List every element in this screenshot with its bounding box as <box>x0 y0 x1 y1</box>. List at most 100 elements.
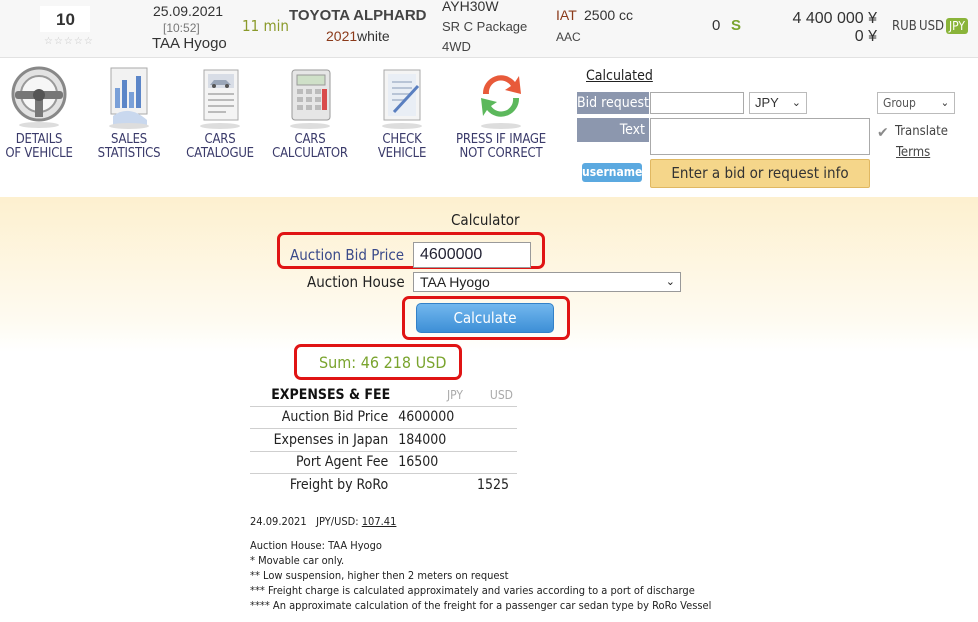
group-select[interactable]: Group ⌄ <box>877 92 955 114</box>
car-year: 2021 <box>326 28 358 44</box>
car-name: TOYOTA ALPHARD <box>289 7 427 24</box>
group-select-value: Group <box>883 96 916 110</box>
row-usd <box>466 405 517 429</box>
row-jpy: 4600000 <box>394 405 467 429</box>
auction-bid-price-input[interactable]: 4600000 <box>413 242 531 268</box>
end-price: 0 ¥ <box>854 28 877 45</box>
row-jpy <box>394 473 467 496</box>
column-jpy: JPY <box>446 387 463 402</box>
expenses-table: EXPENSES & FEE JPY USD Auction Bid Price… <box>250 384 517 496</box>
calculate-button[interactable]: Calculate <box>416 303 554 333</box>
statistics-icon <box>109 67 149 129</box>
car-chassis: AYH30W <box>442 0 499 14</box>
rating-stars: ☆☆☆☆☆ <box>44 36 94 47</box>
username-badge: username <box>582 163 642 182</box>
tool-label-line2: NOT CORRECT <box>459 146 543 161</box>
exchange-rate-line: 24.09.2021 JPY/USD: 107.41 <box>250 515 396 528</box>
column-usd: USD <box>489 387 513 402</box>
tool-label-line2: OF VEHICLE <box>5 146 73 161</box>
auction-house-select[interactable]: TAA Hyogo ⌄ <box>413 272 681 292</box>
auction-name: TAA Hyogo <box>152 35 227 52</box>
chevron-down-icon: ⌄ <box>791 97 801 109</box>
tool-check-vehicle[interactable]: CHECK VEHICLE <box>357 64 447 161</box>
row-usd <box>466 450 517 474</box>
car-grade: SR C Package <box>442 19 528 34</box>
tool-label-line1: PRESS IF IMAGE <box>456 132 546 147</box>
row-name: Port Agent Fee <box>250 450 395 474</box>
row-name: Expenses in Japan <box>250 428 395 451</box>
catalogue-icon <box>200 69 240 129</box>
calculated-link[interactable]: Calculated <box>586 68 653 84</box>
auction-house-label: Auction House <box>307 273 405 291</box>
tool-label-line2: STATISTICS <box>97 146 161 161</box>
note-line: Auction House: TAA Hyogo <box>250 539 382 552</box>
currency-rub-toggle[interactable]: RUB <box>892 19 917 34</box>
car-transmission: IAT <box>556 7 577 23</box>
tool-label-line1: CARS <box>294 132 326 147</box>
calculator-title: Calculator <box>451 211 520 229</box>
currency-usd-toggle[interactable]: USD <box>919 19 944 34</box>
terms-link[interactable]: Terms <box>896 145 930 160</box>
rate-date: 24.09.2021 <box>250 515 307 528</box>
rate-label: JPY/USD: <box>316 515 359 528</box>
steering-wheel-icon <box>11 66 67 128</box>
auction-time: [10:52] <box>163 21 200 35</box>
tool-cars-catalogue[interactable]: CARS CATALOGUE <box>175 64 265 161</box>
chevron-down-icon: ⌄ <box>940 96 949 109</box>
table-row: Expenses in Japan 184000 <box>250 428 517 451</box>
row-name: Freight by RoRo <box>250 473 395 496</box>
car-score: S <box>731 17 742 34</box>
table-row: Freight by RoRo 1525 <box>250 473 517 496</box>
note-line: *** Freight charge is calculated approxi… <box>250 584 695 597</box>
translate-label[interactable]: Translate <box>895 124 948 139</box>
tool-image-not-correct[interactable]: PRESS IF IMAGE NOT CORRECT <box>451 64 551 161</box>
car-displacement: 2500 cc <box>584 7 634 23</box>
request-text-area[interactable] <box>650 118 870 155</box>
note-line: ** Low suspension, higher then 2 meters … <box>250 569 509 582</box>
table-row: Port Agent Fee 16500 <box>250 450 517 474</box>
checklist-icon <box>382 69 422 129</box>
bid-currency-select[interactable]: JPY ⌄ <box>749 92 807 114</box>
auction-duration: 11 min <box>242 17 289 35</box>
currency-jpy-toggle[interactable]: JPY <box>946 18 969 34</box>
car-mileage: 0 <box>712 17 721 34</box>
tool-label-line1: CHECK <box>382 132 422 147</box>
sum-total: Sum: 46 218 USD <box>319 353 447 372</box>
tool-details-of-vehicle[interactable]: DETAILS OF VEHICLE <box>0 64 84 161</box>
chevron-down-icon: ⌄ <box>665 276 675 288</box>
row-usd: 1525 <box>466 473 517 496</box>
enter-bid-button[interactable]: Enter a bid or request info <box>650 159 870 188</box>
row-jpy: 184000 <box>394 428 467 451</box>
bid-currency-value: JPY <box>755 95 779 110</box>
tool-label-line2: CALCULATOR <box>272 146 348 161</box>
calculator-icon <box>290 69 331 129</box>
rate-value: 107.41 <box>361 515 397 528</box>
notes-block: Auction House: TAA Hyogo * Movable car o… <box>250 538 711 613</box>
row-usd <box>466 428 517 451</box>
car-drive: 4WD <box>442 39 471 54</box>
note-line: **** An approximate calculation of the f… <box>250 599 712 612</box>
tool-label-line1: CARS <box>204 132 236 147</box>
expenses-title: EXPENSES & FEE <box>271 386 391 403</box>
tool-cars-calculator[interactable]: CARS CALCULATOR <box>265 64 355 161</box>
tool-sales-statistics[interactable]: SALES STATISTICS <box>84 64 174 161</box>
row-name: Auction Bid Price <box>250 405 395 429</box>
note-line: * Movable car only. <box>250 554 345 567</box>
tool-label-line2: VEHICLE <box>377 146 427 161</box>
start-price: 4 400 000 ¥ <box>792 10 877 27</box>
table-header-row: EXPENSES & FEE JPY USD <box>250 384 517 406</box>
auction-date: 25.09.2021 <box>153 3 224 19</box>
table-row: Auction Bid Price 4600000 <box>250 405 517 429</box>
lot-header-row: 10 ☆☆☆☆☆ 25.09.2021 [10:52] TAA Hyogo 11… <box>0 0 978 58</box>
bid-request-input[interactable] <box>650 92 744 114</box>
refresh-icon <box>481 75 521 129</box>
auction-bid-price-label: Auction Bid Price <box>290 246 405 264</box>
tool-label-line1: SALES <box>111 132 147 147</box>
row-jpy: 16500 <box>394 450 467 474</box>
tool-label-line2: CATALOGUE <box>186 146 254 161</box>
checkmark-icon[interactable]: ✔ <box>877 124 889 141</box>
tool-label-line1: DETAILS <box>15 132 63 147</box>
car-equipment: AAC <box>556 30 581 44</box>
car-color: white <box>357 28 390 44</box>
lot-number: 10 <box>56 10 75 29</box>
